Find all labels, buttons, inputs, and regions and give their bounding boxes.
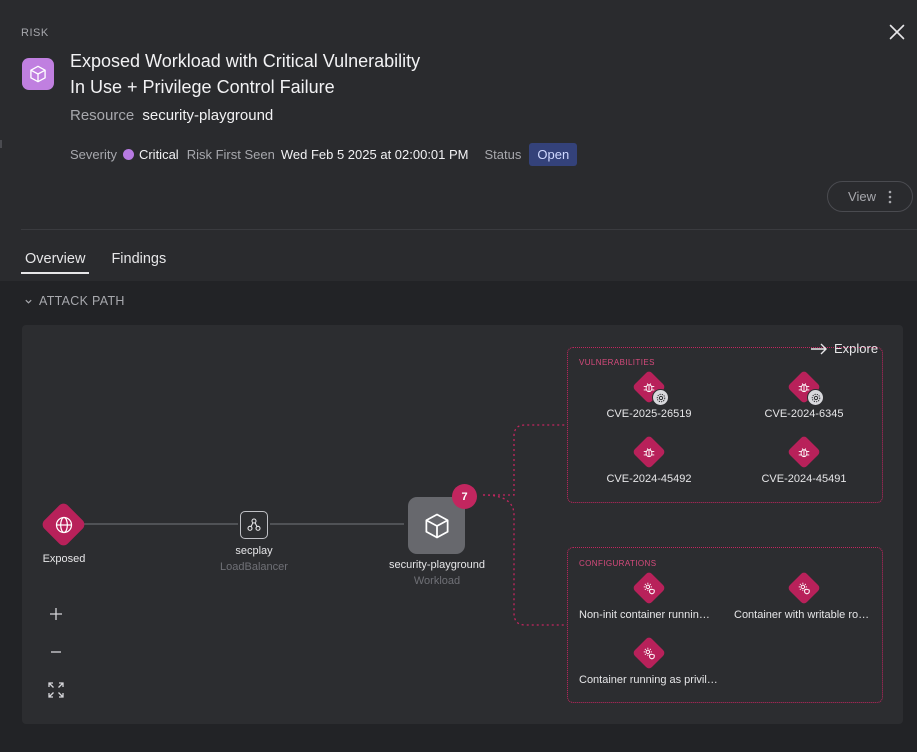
attack-path-title: ATTACK PATH: [39, 294, 125, 308]
minus-icon: [51, 651, 61, 653]
workload-cube-icon: [425, 513, 448, 538]
risk-title: Exposed Workload with Critical Vulnerabi…: [70, 48, 490, 100]
in-use-badge-icon: [807, 389, 824, 406]
plus-icon: [50, 608, 62, 620]
vulnerability-label[interactable]: CVE-2024-6345: [765, 408, 844, 420]
view-button[interactable]: View: [827, 181, 913, 212]
chevron-down-icon: [25, 299, 32, 304]
risk-title-line-2: In Use + Privilege Control Failure: [70, 77, 335, 97]
close-icon: [889, 24, 905, 40]
loadbalancer-node-label: secplay: [235, 545, 273, 557]
tab-findings[interactable]: Findings: [107, 248, 170, 274]
configuration-label[interactable]: Container running as privil…: [579, 674, 718, 686]
severity-label: Severity: [70, 146, 117, 162]
explore-label: Explore: [834, 341, 879, 356]
findings-count-badge: 7: [452, 484, 477, 509]
tab-overview[interactable]: Overview: [21, 248, 90, 274]
more-vertical-icon: [888, 190, 892, 203]
explore-link[interactable]: Explore: [810, 341, 878, 356]
configuration-label[interactable]: Container with writable ro…: [734, 609, 869, 621]
first-seen-label: Risk First Seen: [186, 146, 275, 162]
zoom-in-button[interactable]: [46, 604, 66, 624]
header-divider: [21, 229, 917, 230]
panel-kind-label: RISK: [21, 27, 49, 39]
workload-node-type: Workload: [413, 575, 461, 587]
configuration-label[interactable]: Non-init container runnin…: [579, 609, 710, 621]
loadbalancer-node[interactable]: [240, 511, 268, 539]
risk-meta-row: Severity Critical Risk First Seen Wed Fe…: [70, 142, 578, 166]
arrow-right-icon: [811, 343, 827, 354]
tab-bar: Overview Findings: [21, 248, 170, 274]
loadbalancer-icon: [247, 518, 261, 531]
status-badge: Open: [529, 142, 578, 166]
zoom-out-button[interactable]: [46, 642, 66, 662]
vulnerabilities-group-title: VULNERABILITIES: [579, 358, 655, 367]
expand-icon: [48, 682, 64, 698]
attack-path-section-toggle[interactable]: ATTACK PATH: [24, 294, 125, 308]
vulnerability-label[interactable]: CVE-2024-45491: [761, 473, 846, 485]
risk-title-line-1: Exposed Workload with Critical Vulnerabi…: [70, 51, 421, 71]
vulnerability-label[interactable]: CVE-2025-26519: [606, 408, 691, 420]
severity-value: Critical: [138, 146, 179, 162]
close-button[interactable]: [885, 20, 909, 44]
resource-value: security-playground: [142, 107, 274, 124]
fit-view-button[interactable]: [46, 680, 66, 700]
exposed-node-label: Exposed: [42, 553, 86, 565]
window-edge-mark: [0, 140, 2, 148]
vulnerability-label[interactable]: CVE-2024-45492: [606, 473, 691, 485]
severity-dot-icon: [122, 148, 134, 160]
status-label: Status: [484, 146, 522, 162]
in-use-badge-icon: [652, 389, 669, 406]
workload-node-label: security-playground: [389, 559, 485, 571]
first-seen-value: Wed Feb 5 2025 at 02:00:01 PM: [280, 146, 469, 162]
resource-label: Resource: [70, 107, 135, 124]
workload-type-icon: [22, 58, 54, 90]
resource-row: Resource security-playground: [70, 107, 273, 124]
view-button-label: View: [848, 189, 876, 204]
configurations-group-title: CONFIGURATIONS: [579, 559, 657, 568]
loadbalancer-node-type: LoadBalancer: [220, 561, 288, 573]
